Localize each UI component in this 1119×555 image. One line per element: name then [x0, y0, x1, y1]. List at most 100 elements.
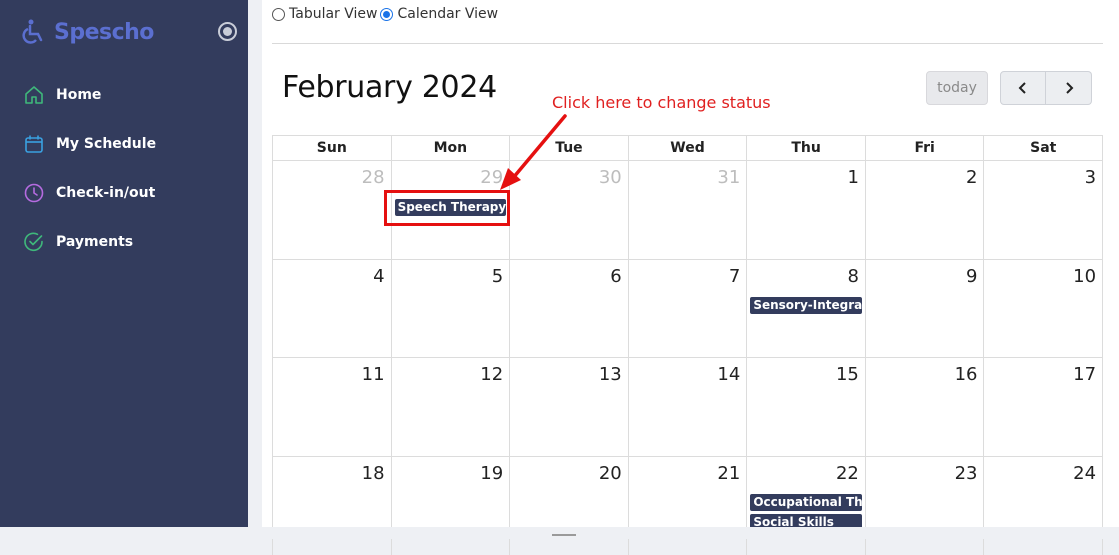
weekday-label: Fri: [866, 136, 985, 160]
day-cell[interactable]: 8 Sensory-Integration: [747, 260, 866, 358]
event-sensory-integration[interactable]: Sensory-Integration: [750, 297, 862, 314]
day-number: 14: [717, 364, 740, 385]
day-cell[interactable]: 28: [273, 161, 392, 259]
day-number: 17: [1073, 364, 1096, 385]
day-cell[interactable]: 24: [984, 457, 1103, 555]
chevron-right-icon: [1062, 81, 1076, 95]
day-number: 31: [717, 167, 740, 188]
day-cell[interactable]: 15: [747, 358, 866, 456]
next-month-button[interactable]: [1046, 71, 1092, 105]
main-content: Tabular View Calendar View February 2024…: [262, 0, 1119, 527]
day-number: 19: [480, 463, 503, 484]
calendar-week: 18 19 20 21 22 Occupational Therapy Soci…: [272, 457, 1103, 555]
sidebar-item-payments[interactable]: Payments: [0, 217, 248, 266]
day-cell[interactable]: 9: [866, 260, 985, 358]
day-cell[interactable]: 17: [984, 358, 1103, 456]
day-cell[interactable]: 22 Occupational Therapy Social Skills: [747, 457, 866, 555]
chevron-left-icon: [1016, 81, 1030, 95]
day-cell[interactable]: 18: [273, 457, 392, 555]
app-name: Spescho: [54, 20, 154, 45]
day-cell[interactable]: 7: [629, 260, 748, 358]
day-cell[interactable]: 30: [510, 161, 629, 259]
day-number: 30: [599, 167, 622, 188]
calendar-view-radio[interactable]: [380, 8, 393, 21]
weekday-header: Sun Mon Tue Wed Thu Fri Sat: [272, 135, 1103, 161]
day-number: 2: [966, 167, 977, 188]
weekday-label: Tue: [510, 136, 629, 160]
day-cell[interactable]: 23: [866, 457, 985, 555]
day-number: 12: [480, 364, 503, 385]
event-occupational-therapy[interactable]: Occupational Therapy: [750, 494, 862, 511]
calendar-title: February 2024: [282, 70, 497, 105]
day-cell[interactable]: 20: [510, 457, 629, 555]
day-cell[interactable]: 11: [273, 358, 392, 456]
view-toggle: Tabular View Calendar View: [272, 6, 498, 22]
calendar-view-label[interactable]: Calendar View: [397, 6, 498, 22]
day-number: 11: [362, 364, 385, 385]
day-cell[interactable]: 4: [273, 260, 392, 358]
day-cell[interactable]: 10: [984, 260, 1103, 358]
day-cell[interactable]: 19: [392, 457, 511, 555]
day-number: 13: [599, 364, 622, 385]
weekday-label: Thu: [747, 136, 866, 160]
sidebar-item-my-schedule[interactable]: My Schedule: [0, 119, 248, 168]
sidebar-item-label: Check-in/out: [56, 185, 155, 201]
calendar-week: 11 12 13 14 15 16 17: [272, 358, 1103, 457]
day-number: 7: [729, 266, 740, 287]
sidebar-toggle-button[interactable]: [218, 22, 237, 41]
day-number: 23: [955, 463, 978, 484]
day-number: 21: [717, 463, 740, 484]
annotation-highlight-box: [384, 190, 510, 226]
day-cell[interactable]: 13: [510, 358, 629, 456]
weekday-label: Sun: [273, 136, 392, 160]
tabular-view-label[interactable]: Tabular View: [289, 6, 377, 22]
sidebar: Spescho Home My Schedule Check-in/out: [0, 0, 248, 527]
day-cell[interactable]: 1: [747, 161, 866, 259]
month-nav: [1000, 71, 1092, 105]
sidebar-item-label: Home: [56, 87, 101, 103]
day-cell[interactable]: 3: [984, 161, 1103, 259]
day-cell[interactable]: 14: [629, 358, 748, 456]
sidebar-item-label: My Schedule: [56, 136, 156, 152]
home-icon: [23, 84, 45, 106]
sidebar-item-home[interactable]: Home: [0, 70, 248, 119]
day-cell[interactable]: 5: [392, 260, 511, 358]
day-number: 15: [836, 364, 859, 385]
day-cell[interactable]: 16: [866, 358, 985, 456]
resize-handle[interactable]: [552, 534, 576, 536]
day-number: 10: [1073, 266, 1096, 287]
sidebar-item-label: Payments: [56, 234, 133, 250]
tabular-view-radio[interactable]: [272, 8, 285, 21]
weekday-label: Wed: [629, 136, 748, 160]
day-cell[interactable]: 21: [629, 457, 748, 555]
sidebar-nav: Home My Schedule Check-in/out Payments: [0, 70, 248, 266]
day-number: 22: [836, 463, 859, 484]
check-circle-icon: [23, 231, 45, 253]
day-cell[interactable]: 12: [392, 358, 511, 456]
day-number: 6: [610, 266, 621, 287]
app-logo[interactable]: Spescho: [22, 18, 154, 46]
prev-month-button[interactable]: [1000, 71, 1046, 105]
day-number: 3: [1085, 167, 1096, 188]
day-cell[interactable]: 2: [866, 161, 985, 259]
day-number: 1: [847, 167, 858, 188]
day-number: 28: [362, 167, 385, 188]
sidebar-item-check-in-out[interactable]: Check-in/out: [0, 168, 248, 217]
day-number: 18: [362, 463, 385, 484]
day-number: 5: [492, 266, 503, 287]
clock-icon: [23, 182, 45, 204]
day-cell[interactable]: 31: [629, 161, 748, 259]
day-number: 9: [966, 266, 977, 287]
day-number: 29: [480, 167, 503, 188]
divider: [272, 43, 1103, 44]
day-cell[interactable]: 6: [510, 260, 629, 358]
day-number: 20: [599, 463, 622, 484]
day-number: 4: [373, 266, 384, 287]
annotation-text: Click here to change status: [552, 93, 771, 112]
wheelchair-icon: [22, 18, 50, 46]
day-number: 16: [955, 364, 978, 385]
today-button[interactable]: today: [926, 71, 988, 105]
day-number: 8: [847, 266, 858, 287]
calendar-week: 4 5 6 7 8 Sensory-Integration 9 10: [272, 260, 1103, 359]
calendar-icon: [23, 133, 45, 155]
